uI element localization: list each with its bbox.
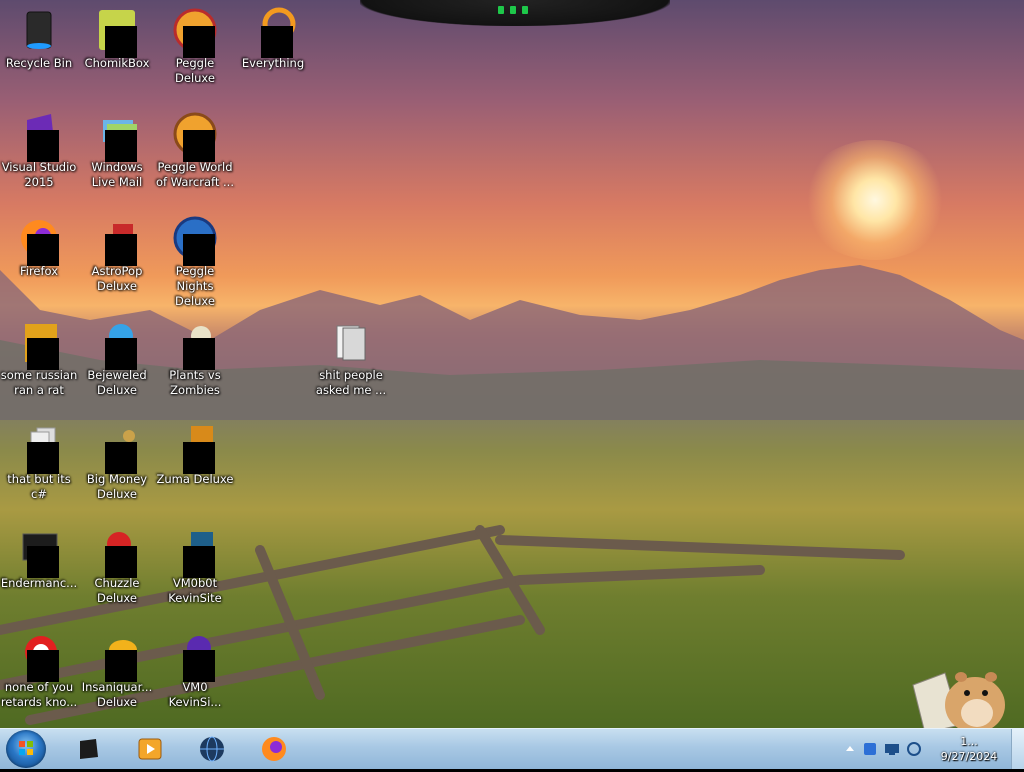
icon-label: VM0 KevinSi... xyxy=(168,680,222,709)
desktop-icon-some-russian-ran-a-rat[interactable]: some russian ran a rat xyxy=(0,312,78,398)
icon-label: Bejeweled Deluxe xyxy=(87,368,147,397)
icon-label: ChomikBox xyxy=(84,56,150,70)
desktop-icon-vm0-kevinsi[interactable]: VM0 KevinSi... xyxy=(156,624,234,710)
big-money-icon xyxy=(93,422,141,474)
peggle-icon xyxy=(171,6,219,58)
icon-label: Big Money Deluxe xyxy=(86,472,148,501)
clock-time: 1... xyxy=(960,735,978,748)
desktop-icon-zuma-deluxe[interactable]: Zuma Deluxe xyxy=(156,416,234,487)
taskbar: 1... 9/27/2024 xyxy=(0,728,1024,769)
folder-icon xyxy=(327,318,375,366)
wallpaper-sun xyxy=(800,140,950,260)
taskbar-app-black-box[interactable] xyxy=(64,732,112,766)
firefox-icon xyxy=(262,737,286,761)
windows-logo-icon xyxy=(19,741,33,755)
icon-label: some russian ran a rat xyxy=(0,368,78,397)
icon-label: AstroPop Deluxe xyxy=(91,264,143,293)
vm-icon xyxy=(171,630,219,682)
firefox-icon xyxy=(15,214,63,266)
tray-app-icon[interactable] xyxy=(862,741,878,757)
desktop-icon-visual-studio-2015[interactable]: Visual Studio 2015 xyxy=(0,104,78,190)
icon-label: Peggle Nights Deluxe xyxy=(175,264,215,308)
globe-icon xyxy=(200,736,224,762)
chomikbox-icon xyxy=(93,6,141,58)
desktop-icon-shit-people-asked-me[interactable]: shit people asked me ... xyxy=(312,312,390,398)
desktop-icon-peggle-deluxe[interactable]: Peggle Deluxe xyxy=(156,0,234,86)
icon-label: Firefox xyxy=(19,264,59,278)
endermanch-icon xyxy=(15,526,63,578)
insaniquarium-icon xyxy=(93,630,141,682)
visual-studio-icon xyxy=(15,110,63,162)
taskbar-globe-app[interactable] xyxy=(188,732,236,766)
icon-label: shit people asked me ... xyxy=(315,368,387,397)
file-stack-icon xyxy=(15,422,63,474)
astropop-icon xyxy=(93,214,141,266)
desktop-icon-endermanch[interactable]: Endermanc... xyxy=(0,520,78,591)
icon-label: Endermanc... xyxy=(0,576,78,590)
taskbar-clock[interactable]: 1... 9/27/2024 xyxy=(932,735,1006,763)
desktop-icon-bejeweled-deluxe[interactable]: Bejeweled Deluxe xyxy=(78,312,156,398)
desktop-icon-none-of-you-retards[interactable]: none of you retards kno... xyxy=(0,624,78,710)
black-box-icon xyxy=(80,739,98,759)
desktop-icon-everything[interactable]: Everything xyxy=(234,0,312,71)
peggle-icon xyxy=(171,110,219,162)
desktop-icon-big-money-deluxe[interactable]: Big Money Deluxe xyxy=(78,416,156,502)
desktop-icon-firefox[interactable]: Firefox xyxy=(0,208,78,279)
gadget-lights xyxy=(498,6,528,14)
icon-label: Windows Live Mail xyxy=(91,160,143,189)
recycle-bin-icon xyxy=(15,6,63,54)
desktop-icon-plants-vs-zombies[interactable]: Plants vs Zombies xyxy=(156,312,234,398)
icon-label: that but its c# xyxy=(7,472,71,501)
show-hidden-icons-chevron-icon[interactable] xyxy=(842,741,858,757)
media-player-icon xyxy=(138,738,162,760)
icon-label: Zuma Deluxe xyxy=(156,472,234,486)
icon-label: none of you retards kno... xyxy=(0,680,78,709)
desktop-icon-peggle-world-of-warcraft[interactable]: Peggle World of Warcraft ... xyxy=(156,104,234,190)
icon-label: Peggle Deluxe xyxy=(175,56,215,85)
chuzzle-icon xyxy=(93,526,141,578)
desktop-icon-peggle-nights-deluxe[interactable]: Peggle Nights Deluxe xyxy=(156,208,234,309)
start-button[interactable] xyxy=(6,730,46,768)
everything-icon xyxy=(249,6,297,58)
desktop-icon-vm0b0t-kevinsite[interactable]: VM0b0t KevinSite xyxy=(156,520,234,606)
peggle-nights-icon xyxy=(171,214,219,266)
vm-icon xyxy=(171,526,219,578)
windows-live-mail-icon xyxy=(93,110,141,162)
top-gadget[interactable] xyxy=(360,0,670,26)
desktop-icon-that-but-its-csharp[interactable]: that but its c# xyxy=(0,416,78,502)
adobe-file-icon xyxy=(15,318,63,370)
icon-label: Visual Studio 2015 xyxy=(1,160,77,189)
icon-label: Insaniquar... Deluxe xyxy=(81,680,153,709)
desktop-icon-astropop-deluxe[interactable]: AstroPop Deluxe xyxy=(78,208,156,294)
bejeweled-icon xyxy=(93,318,141,370)
desktop-icon-windows-live-mail[interactable]: Windows Live Mail xyxy=(78,104,156,190)
clock-date: 9/27/2024 xyxy=(940,750,998,763)
plants-vs-zombies-icon xyxy=(171,318,219,370)
system-tray: 1... 9/27/2024 xyxy=(832,729,1012,769)
desktop-icon-insaniquarium-deluxe[interactable]: Insaniquar... Deluxe xyxy=(78,624,156,710)
desktop-icon-recycle-bin[interactable]: Recycle Bin xyxy=(0,0,78,71)
desktop-icon-chomikbox[interactable]: ChomikBox xyxy=(78,0,156,71)
taskbar-firefox[interactable] xyxy=(250,732,298,766)
zuma-icon xyxy=(171,422,219,474)
icon-label: Plants vs Zombies xyxy=(169,368,221,397)
icon-label: Recycle Bin xyxy=(5,56,73,70)
show-desktop-button[interactable] xyxy=(1011,729,1024,769)
icon-label: Peggle World of Warcraft ... xyxy=(156,160,234,189)
taskbar-media-player[interactable] xyxy=(126,732,174,766)
icon-label: Chuzzle Deluxe xyxy=(94,576,140,605)
sync-icon[interactable] xyxy=(906,741,922,757)
desktop-icon-chuzzle-deluxe[interactable]: Chuzzle Deluxe xyxy=(78,520,156,606)
icon-label: VM0b0t KevinSite xyxy=(168,576,222,605)
icon-label: Everything xyxy=(241,56,305,70)
network-icon[interactable] xyxy=(884,741,900,757)
opera-like-icon xyxy=(15,630,63,682)
